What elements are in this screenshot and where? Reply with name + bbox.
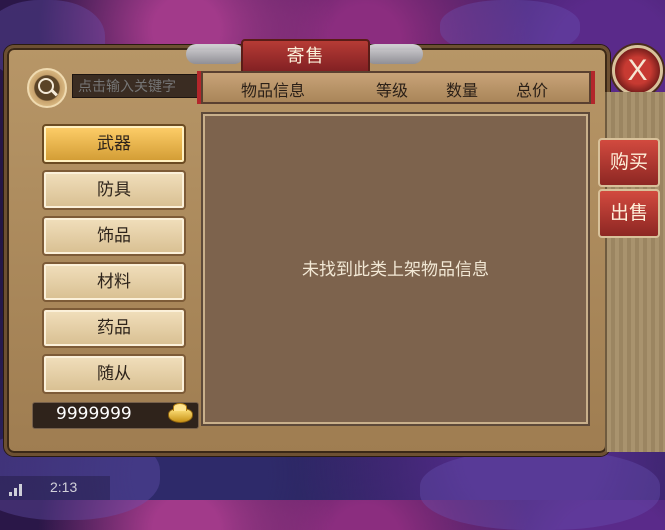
currency-display: 9999999 xyxy=(32,402,199,429)
gold-ingot-icon xyxy=(168,403,193,423)
search-input[interactable] xyxy=(72,74,202,98)
listing-panel: 未找到此类上架物品信息 xyxy=(201,112,590,426)
currency-amount: 9999999 xyxy=(56,404,132,424)
close-button[interactable]: X xyxy=(612,45,663,96)
panel-title: 寄售 xyxy=(241,39,370,75)
status-time: 2:13 xyxy=(50,479,78,495)
header-level: 等级 xyxy=(376,81,409,100)
table-header: 物品信息 等级 数量 总价 xyxy=(197,71,595,104)
category-potions[interactable]: 药品 xyxy=(42,308,186,348)
header-item-info: 物品信息 xyxy=(241,81,306,100)
search-area xyxy=(27,68,202,108)
signal-icon xyxy=(9,482,27,496)
status-bar: 2:13 xyxy=(0,476,110,500)
category-weapons[interactable]: 武器 xyxy=(42,124,186,164)
tab-sell[interactable]: 出售 xyxy=(598,189,660,238)
title-ornament-right xyxy=(365,44,423,64)
category-materials[interactable]: 材料 xyxy=(42,262,186,302)
header-total-price: 总价 xyxy=(516,81,549,100)
empty-state-message: 未找到此类上架物品信息 xyxy=(302,260,489,280)
category-followers[interactable]: 随从 xyxy=(42,354,186,394)
header-quantity: 数量 xyxy=(446,81,479,100)
title-ornament-left xyxy=(186,44,244,64)
category-armor[interactable]: 防具 xyxy=(42,170,186,210)
category-list: 武器 防具 饰品 材料 药品 随从 xyxy=(32,116,197,396)
tab-buy[interactable]: 购买 xyxy=(598,138,660,187)
search-icon[interactable] xyxy=(27,68,67,108)
category-accessories[interactable]: 饰品 xyxy=(42,216,186,256)
